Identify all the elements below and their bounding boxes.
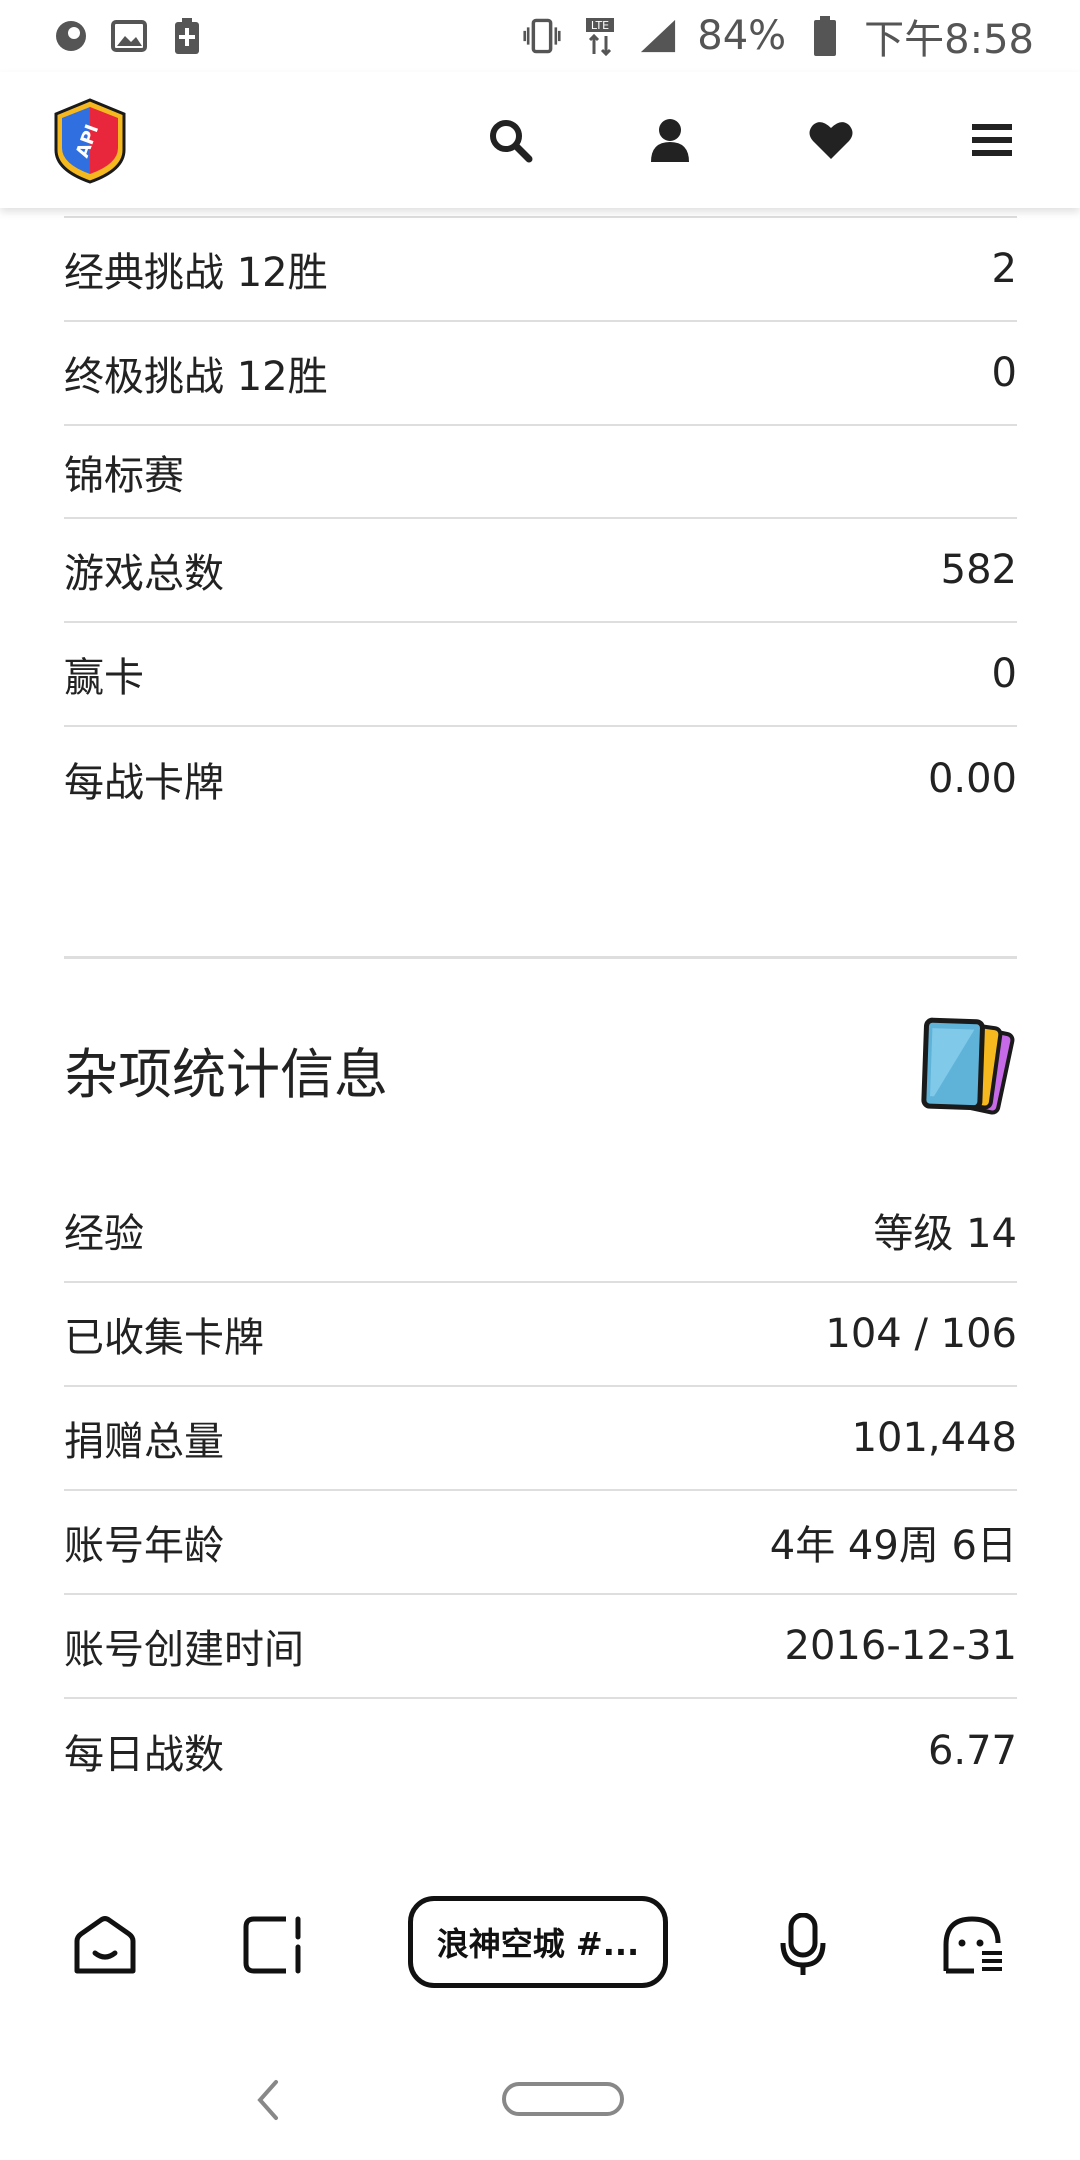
table-row: 账号年龄 4年 49周 6日 — [64, 1491, 1017, 1595]
row-value: 0 — [991, 350, 1017, 396]
row-label: 账号年龄 — [64, 1523, 224, 1569]
row-label: 每战卡牌 — [64, 760, 224, 806]
voice-search-button[interactable] — [758, 1902, 848, 1992]
table-row: 游戏总数 582 — [64, 519, 1017, 623]
system-nav-bar — [0, 2040, 1080, 2160]
player-stats-content: 经典挑战 12胜 2 终极挑战 12胜 0 锦标赛 游戏总数 582 赢卡 0 … — [64, 208, 1017, 1803]
table-row: 经验 等级 14 — [64, 1179, 1017, 1283]
battery-icon — [806, 16, 844, 56]
vibrate-icon — [523, 17, 561, 55]
section-title: 杂项统计信息 — [64, 1042, 388, 1106]
table-row: 每战卡牌 0.00 — [64, 727, 1017, 831]
status-bar-left — [52, 17, 206, 55]
menu-button[interactable] — [952, 102, 1032, 182]
row-value: 582 — [940, 547, 1017, 593]
app-header: API — [0, 72, 1080, 208]
row-label: 捐赠总量 — [64, 1419, 224, 1465]
stats-top-table: 经典挑战 12胜 2 终极挑战 12胜 0 锦标赛 游戏总数 582 赢卡 0 … — [64, 216, 1017, 831]
svg-text:LTE: LTE — [591, 19, 609, 32]
row-label: 游戏总数 — [64, 551, 224, 597]
row-label: 经验 — [64, 1211, 144, 1257]
signal-icon — [639, 17, 677, 55]
table-row: 经典挑战 12胜 2 — [64, 218, 1017, 322]
row-value: 2 — [991, 246, 1017, 292]
home-pill-icon — [500, 2082, 626, 2126]
home-icon — [73, 1915, 137, 1979]
row-label: 账号创建时间 — [64, 1627, 304, 1673]
battery-percent: 84% — [697, 13, 787, 59]
row-value: 等级 14 — [873, 1211, 1017, 1257]
status-bar: LTE 84% 下午8:58 — [0, 0, 1080, 72]
home-pill-button[interactable] — [500, 2078, 626, 2122]
table-row: 赢卡 0 — [64, 623, 1017, 727]
notification-circle-icon — [52, 17, 90, 55]
misc-section-header: 杂项统计信息 — [64, 959, 1017, 1179]
assistant-button[interactable] — [928, 1902, 1018, 1992]
row-label: 终极挑战 12胜 — [64, 354, 328, 400]
row-label: 经典挑战 12胜 — [64, 250, 328, 296]
battery-saver-icon — [168, 17, 206, 55]
search-icon — [487, 117, 533, 167]
row-label: 已收集卡牌 — [64, 1315, 264, 1361]
image-icon — [110, 17, 148, 55]
table-row: 捐赠总量 101,448 — [64, 1387, 1017, 1491]
user-icon — [649, 118, 691, 166]
table-row: 每日战数 6.77 — [64, 1699, 1017, 1803]
url-bar[interactable]: 浪神空城 #... — [408, 1896, 668, 1988]
profile-button[interactable] — [630, 102, 710, 182]
table-row: 锦标赛 — [64, 426, 1017, 519]
royaleapi-logo[interactable]: API — [52, 98, 128, 184]
table-row: 终极挑战 12胜 0 — [64, 322, 1017, 426]
row-value: 6.77 — [927, 1728, 1017, 1774]
row-label: 每日战数 — [64, 1732, 224, 1778]
browser-bottom-toolbar: 浪神空城 #... — [0, 1880, 1080, 2010]
assistant-icon — [940, 1915, 1006, 1979]
row-value: 4年 49周 6日 — [769, 1523, 1017, 1569]
back-icon — [240, 2080, 300, 2134]
heart-icon — [808, 119, 854, 165]
table-row: 已收集卡牌 104 / 106 — [64, 1283, 1017, 1387]
table-row: 账号创建时间 2016-12-31 — [64, 1595, 1017, 1699]
row-value: 101,448 — [851, 1415, 1017, 1461]
tabs-button[interactable] — [228, 1902, 318, 1992]
status-time: 下午8:58 — [864, 17, 1034, 63]
favorites-button[interactable] — [791, 102, 871, 182]
misc-stats-table: 经验 等级 14 已收集卡牌 104 / 106 捐赠总量 101,448 账号… — [64, 1179, 1017, 1803]
search-button[interactable] — [470, 102, 550, 182]
row-value: 0 — [991, 651, 1017, 697]
lte-icon: LTE — [581, 17, 619, 56]
tabs-icon — [242, 1915, 304, 1979]
row-label: 赢卡 — [64, 655, 144, 701]
menu-icon — [972, 122, 1012, 162]
row-value: 104 / 106 — [825, 1311, 1017, 1357]
home-button[interactable] — [60, 1902, 150, 1992]
row-value: 2016-12-31 — [784, 1623, 1017, 1669]
cards-icon — [909, 1013, 1017, 1125]
back-button[interactable] — [240, 2070, 300, 2130]
microphone-icon — [780, 1912, 826, 1981]
row-label: 锦标赛 — [64, 452, 184, 499]
status-bar-right: LTE 84% 下午8:58 — [523, 7, 1034, 65]
row-value: 0.00 — [927, 756, 1017, 802]
